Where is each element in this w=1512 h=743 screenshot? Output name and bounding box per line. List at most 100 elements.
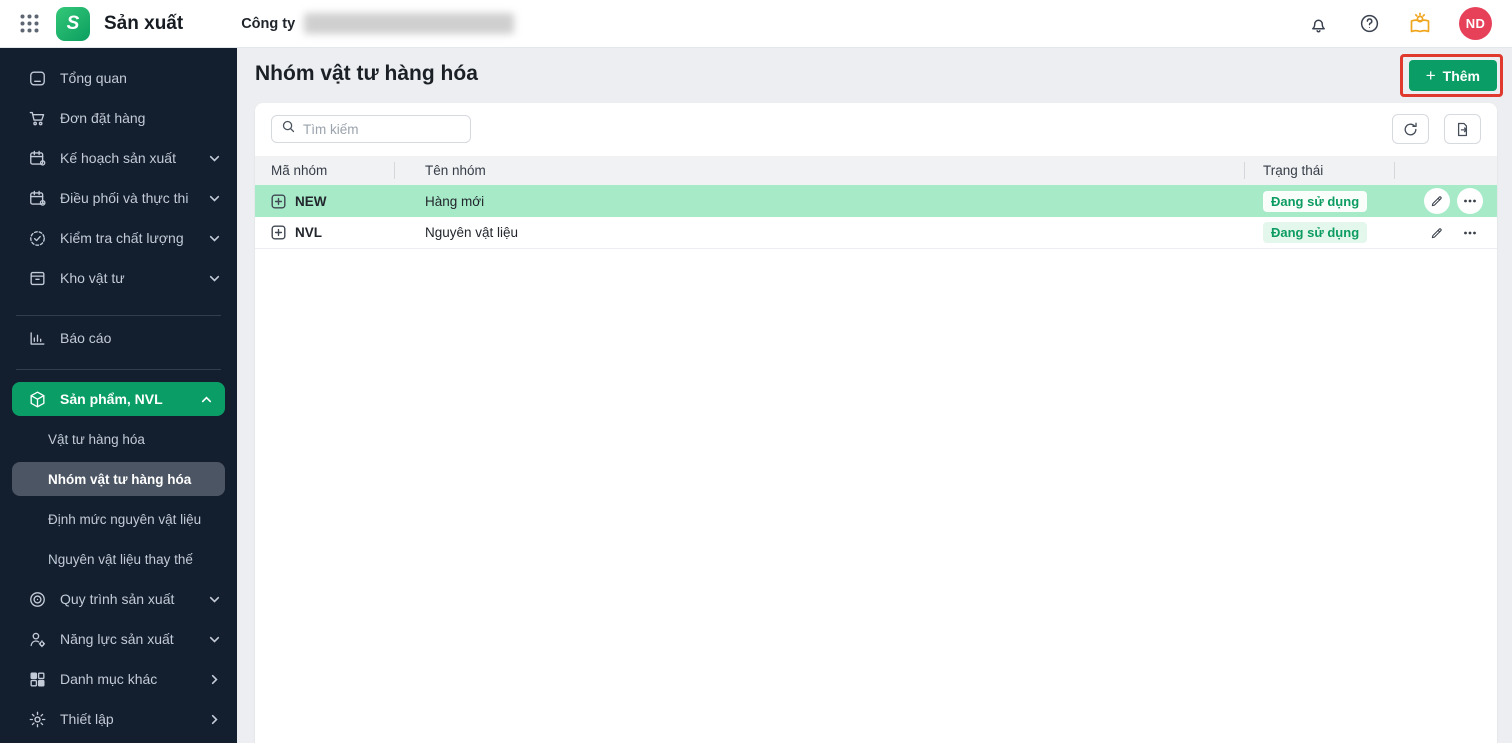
avatar[interactable]: ND (1459, 7, 1492, 40)
sidebar-item-nguyen-vat-lieu-thay-the[interactable]: Nguyên vật liệu thay thế (0, 539, 237, 579)
sidebar-item-label: Định mức nguyên vật liệu (48, 511, 202, 527)
list-card: Mã nhóm Tên nhóm Trạng thái NEW (255, 103, 1497, 743)
column-header-name[interactable]: Tên nhóm (395, 156, 1245, 185)
status-badge: Đang sử dụng (1263, 190, 1368, 212)
chevron-right-icon (208, 673, 221, 686)
warehouse-box-icon (28, 269, 47, 288)
sidebar-item-label: Thiết lập (60, 711, 114, 727)
column-header-status[interactable]: Trạng thái (1245, 156, 1395, 185)
sidebar-item-label: Nguyên vật liệu thay thế (48, 551, 193, 567)
sidebar-item-ke-hoach-san-xuat[interactable]: Kế hoạch sản xuất (0, 138, 237, 178)
toolbar (255, 103, 1497, 154)
refresh-button[interactable] (1392, 114, 1429, 144)
column-header-code[interactable]: Mã nhóm (255, 156, 395, 185)
table-row[interactable]: NVL Nguyên vật liệu Đang sử dụng (255, 217, 1497, 249)
more-actions-icon[interactable] (1457, 188, 1483, 214)
sidebar-item-don-dat-hang[interactable]: Đơn đặt hàng (0, 98, 237, 138)
sidebar-item-thiet-lap[interactable]: Thiết lập (0, 699, 237, 739)
help-icon[interactable] (1357, 12, 1381, 36)
sidebar-item-label: Tổng quan (60, 70, 127, 86)
chevron-down-icon (208, 633, 221, 646)
chevron-down-icon (208, 232, 221, 245)
cell-name: Nguyên vật liệu (395, 225, 1245, 240)
chevron-right-icon (208, 713, 221, 726)
cell-code: NEW (255, 194, 395, 209)
group-name: Hàng mới (425, 193, 485, 209)
sidebar-item-san-pham-nvl[interactable]: Sản phẩm, NVL (12, 382, 225, 416)
topbar: S Sản xuất Công ty ND (0, 0, 1512, 48)
cell-actions (1395, 220, 1497, 246)
sidebar-item-dinh-muc-nguyen-vat-lieu[interactable]: Định mức nguyên vật liệu (0, 499, 237, 539)
sidebar-divider (16, 369, 221, 370)
process-target-icon (28, 590, 47, 609)
sidebar-item-label: Vật tư hàng hóa (48, 431, 145, 447)
sidebar-item-label: Kho vật tư (60, 270, 125, 286)
whats-new-tips-icon[interactable] (1408, 12, 1432, 36)
sidebar-item-dieu-phoi-va-thuc-thi[interactable]: Điều phối và thực thi (0, 178, 237, 218)
sidebar-divider (16, 315, 221, 316)
search-icon (281, 119, 296, 139)
cube-icon (28, 390, 47, 409)
chevron-down-icon (208, 192, 221, 205)
column-header-actions (1395, 156, 1497, 185)
settings-gear-icon (28, 710, 47, 729)
main-content: Nhóm vật tư hàng hóa + Thêm Tìm kiếm Mã … (237, 48, 1512, 743)
topbar-actions: ND (1306, 7, 1512, 40)
report-chart-icon (28, 329, 47, 348)
table-header: Mã nhóm Tên nhóm Trạng thái (255, 156, 1497, 185)
sidebar-item-label: Kiểm tra chất lượng (60, 230, 184, 246)
sidebar-item-bao-cao[interactable]: Báo cáo (0, 318, 237, 358)
group-code: NEW (295, 193, 327, 209)
add-button[interactable]: + Thêm (1408, 60, 1497, 91)
sidebar-item-nang-luc-san-xuat[interactable]: Năng lực sản xuất (0, 619, 237, 659)
chevron-down-icon (208, 593, 221, 606)
table-row[interactable]: NEW Hàng mới Đang sử dụng (255, 185, 1497, 217)
overview-icon (28, 69, 47, 88)
group-name: Nguyên vật liệu (425, 225, 519, 240)
calendar-gear-icon (28, 149, 47, 168)
order-cart-icon (28, 109, 47, 128)
sidebar-item-label: Nhóm vật tư hàng hóa (48, 471, 192, 487)
chevron-up-icon (200, 393, 213, 406)
search-input[interactable] (303, 121, 461, 137)
sidebar-item-quy-trinh-san-xuat[interactable]: Quy trình sản xuất (0, 579, 237, 619)
sidebar-item-label: Điều phối và thực thi (60, 190, 189, 206)
sidebar-item-vat-tu-hang-hoa[interactable]: Vật tư hàng hóa (0, 419, 237, 459)
sidebar: Tổng quan Đơn đặt hàng Kế hoạch sản xuất… (0, 48, 237, 743)
cell-name: Hàng mới (395, 194, 1245, 209)
add-button-label: Thêm (1442, 67, 1480, 84)
company-label: Công ty (241, 15, 296, 32)
edit-pencil-icon[interactable] (1424, 188, 1450, 214)
person-gear-icon (28, 630, 47, 649)
notification-bell-icon[interactable] (1306, 12, 1330, 36)
search-box[interactable] (271, 115, 471, 143)
page-header: Nhóm vật tư hàng hóa + Thêm (237, 48, 1512, 103)
apps-grid-icon[interactable] (17, 12, 41, 36)
edit-pencil-icon[interactable] (1424, 220, 1450, 246)
cell-status: Đang sử dụng (1245, 222, 1395, 243)
sidebar-item-kiem-tra-chat-luong[interactable]: Kiểm tra chất lượng (0, 218, 237, 258)
sidebar-item-nhom-vat-tu-hang-hoa[interactable]: Nhóm vật tư hàng hóa (12, 462, 225, 496)
sidebar-item-danh-muc-khac[interactable]: Danh mục khác (0, 659, 237, 699)
sidebar-item-kho-vat-tu[interactable]: Kho vật tư (0, 258, 237, 298)
expand-row-icon[interactable] (271, 194, 286, 209)
app-logo[interactable]: S (56, 6, 90, 41)
app-title: Sản xuất (104, 12, 184, 34)
category-grid-icon (28, 670, 47, 689)
page-title: Nhóm vật tư hàng hóa (255, 62, 478, 85)
cell-actions (1395, 188, 1497, 214)
calendar-clock-icon (28, 189, 47, 208)
more-actions-icon[interactable] (1457, 220, 1483, 246)
sidebar-item-label: Sản phẩm, NVL (60, 391, 163, 407)
plus-icon: + (1425, 66, 1436, 85)
cell-status: Đang sử dụng (1245, 190, 1395, 212)
sidebar-item-label: Danh mục khác (60, 671, 158, 687)
company-name-redacted (304, 13, 515, 34)
sidebar-item-tong-quan[interactable]: Tổng quan (0, 58, 237, 98)
sidebar-item-label: Năng lực sản xuất (60, 631, 174, 647)
check-circle-icon (28, 229, 47, 248)
sidebar-item-label: Báo cáo (60, 330, 112, 346)
group-code: NVL (295, 225, 322, 240)
expand-row-icon[interactable] (271, 225, 286, 240)
export-button[interactable] (1444, 114, 1481, 144)
